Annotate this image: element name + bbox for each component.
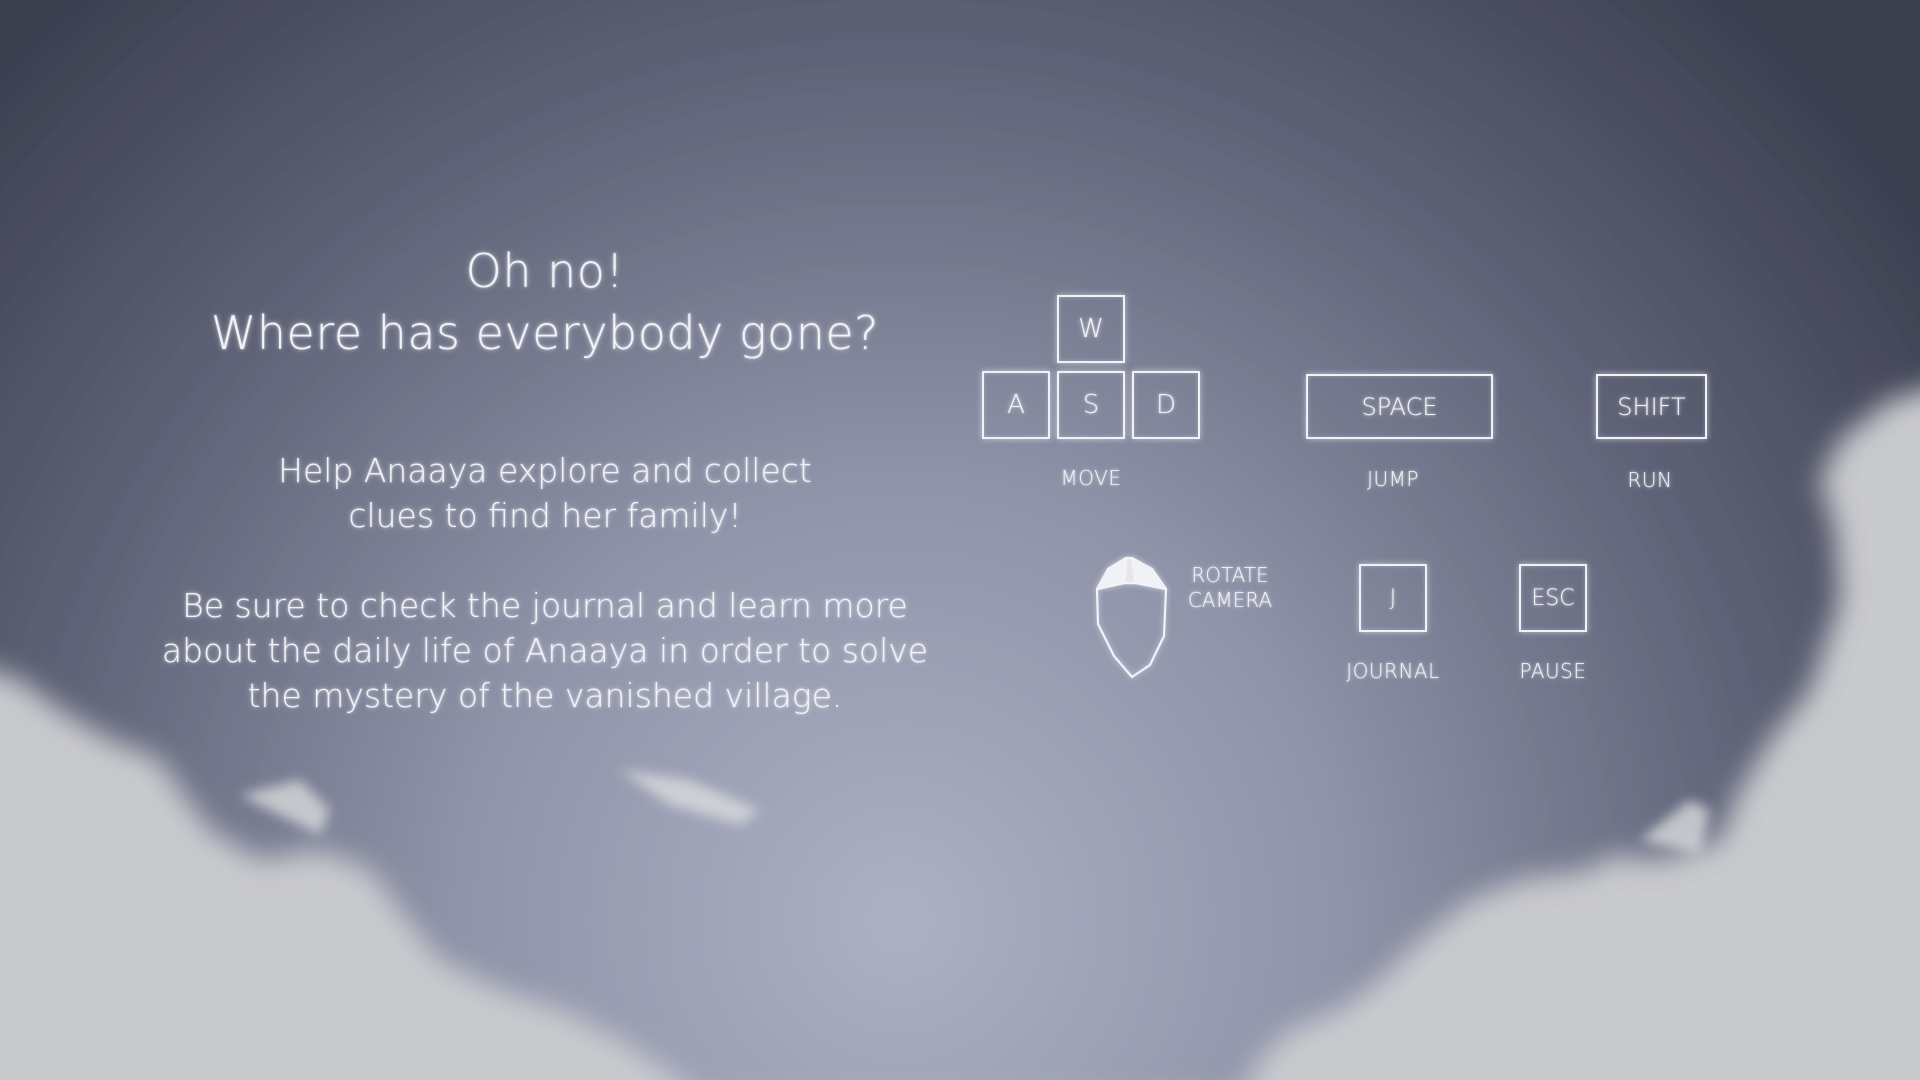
intro-paragraph-1: Help Anaaya explore and collect clues to… xyxy=(170,448,920,538)
key-s: S xyxy=(1057,371,1125,439)
key-space: SPACE xyxy=(1306,374,1493,439)
rotate-camera-line1: ROTATE xyxy=(1191,563,1269,587)
key-w: W xyxy=(1057,295,1125,363)
key-d: D xyxy=(1132,371,1200,439)
rotate-camera-label: ROTATE CAMERA xyxy=(1178,563,1282,613)
paragraph2-line1: Be sure to check the journal and learn m… xyxy=(182,586,908,625)
journal-label: JOURNAL xyxy=(1346,659,1440,683)
jump-label: JUMP xyxy=(1367,467,1419,491)
game-tutorial-screen: Oh no! Where has everybody gone? Help An… xyxy=(0,0,1920,1080)
background-scene xyxy=(0,0,1920,1080)
key-esc: ESC xyxy=(1519,564,1587,632)
paragraph2-line3: the mystery of the vanished village. xyxy=(247,676,843,715)
key-j: J xyxy=(1359,564,1427,632)
pause-label: PAUSE xyxy=(1519,659,1587,683)
intro-title: Oh no! Where has everybody gone? xyxy=(170,240,920,364)
move-label: MOVE xyxy=(1060,466,1122,490)
paragraph2-line2: about the daily life of Anaaya in order … xyxy=(161,631,929,670)
key-a: A xyxy=(982,371,1050,439)
intro-paragraph-2: Be sure to check the journal and learn m… xyxy=(160,583,930,718)
mouse-icon xyxy=(1095,556,1168,679)
rotate-camera-line2: CAMERA xyxy=(1187,588,1273,612)
run-label: RUN xyxy=(1627,468,1673,492)
intro-title-line2: Where has everybody gone? xyxy=(210,306,880,360)
intro-title-line1: Oh no! xyxy=(465,244,625,298)
paragraph1-line1: Help Anaaya explore and collect xyxy=(278,451,812,490)
key-shift: SHIFT xyxy=(1596,374,1707,439)
paragraph1-line2: clues to find her family! xyxy=(348,496,742,535)
